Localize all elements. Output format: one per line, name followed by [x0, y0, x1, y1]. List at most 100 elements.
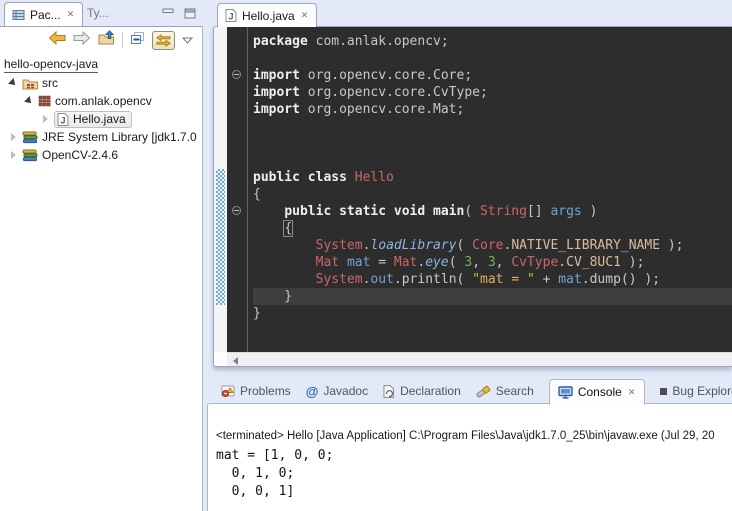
tree-label: src	[42, 76, 58, 90]
library-icon	[22, 131, 38, 144]
code-line[interactable]: {	[253, 186, 732, 203]
editor-tab-hello-java[interactable]: J Hello.java ✕	[217, 3, 317, 27]
code-line[interactable]	[253, 118, 732, 135]
close-icon[interactable]: ✕	[300, 10, 310, 21]
tree-label: com.anlak.opencv	[55, 94, 152, 108]
console-panel: <terminated> Hello [Java Application] C:…	[207, 403, 732, 511]
tab-bug-explorer[interactable]: Bug Explorer	[660, 384, 732, 398]
tab-label: Problems	[240, 384, 291, 398]
java-file-icon: J	[57, 113, 69, 126]
range-indicator	[216, 169, 225, 305]
view-menu-icon[interactable]	[182, 31, 193, 49]
code-line[interactable]: {	[253, 220, 732, 237]
tab-label: Console	[578, 385, 622, 399]
tab-javadoc[interactable]: @ Javadoc	[306, 384, 368, 398]
code-line[interactable]: public class Hello	[253, 169, 732, 186]
expanded-arrow-icon[interactable]	[8, 78, 18, 88]
package-explorer-panel: hello-opencv-java src com.anlak.opencv J…	[0, 26, 203, 511]
tab-problems[interactable]: Problems	[221, 384, 291, 398]
tab-label: Ty...	[87, 6, 109, 20]
up-icon[interactable]	[98, 30, 115, 50]
package-explorer-toolbar	[0, 27, 202, 53]
selected-tree-item: J Hello.java	[54, 111, 132, 128]
eclipse-workbench: { "window": { "bg": "#E3E9F7" }, "left":…	[0, 0, 732, 511]
source-folder-icon	[22, 77, 38, 90]
back-icon[interactable]	[48, 31, 66, 50]
collapsed-arrow-icon[interactable]	[11, 151, 16, 159]
console-output[interactable]: mat = [1, 0, 0; 0, 1, 0; 0, 0, 1]	[216, 447, 732, 501]
bug-explorer-icon	[660, 388, 667, 395]
fold-collapse-icon[interactable]	[232, 206, 241, 215]
tree-item-hello-java[interactable]: J Hello.java	[0, 110, 202, 128]
editor-left-ruler[interactable]	[214, 27, 227, 352]
code-line[interactable]: package com.anlak.opencv;	[253, 33, 732, 50]
toolbar-separator	[122, 32, 123, 48]
console-header: <terminated> Hello [Java Application] C:…	[216, 430, 732, 442]
javadoc-icon: @	[306, 385, 319, 398]
tree-item-opencv-library[interactable]: OpenCV-2.4.6	[0, 146, 202, 164]
editor-horizontal-scrollbar[interactable]	[227, 352, 732, 367]
code-line[interactable]: System.out.println( "mat = " + mat.dump(…	[253, 271, 732, 288]
tab-declaration[interactable]: Declaration	[383, 384, 461, 398]
tree-label: Hello.java	[73, 112, 126, 126]
minimize-icon[interactable]	[162, 6, 174, 24]
left-view-tabbar: Pac... ✕ Ty...	[0, 0, 204, 26]
console-line: mat = [1, 0, 0;	[216, 447, 732, 465]
expanded-arrow-icon[interactable]	[24, 96, 34, 106]
tab-label: Bug Explorer	[672, 384, 732, 398]
code-line[interactable]	[253, 50, 732, 67]
code-line[interactable]: import org.opencv.core.Core;	[253, 67, 732, 84]
scroll-left-arrow-icon[interactable]	[233, 357, 238, 365]
view-window-buttons	[162, 6, 196, 24]
tab-console[interactable]: Console ✕	[549, 379, 646, 405]
code-line[interactable]: Mat mat = Mat.eye( 3, 3, CvType.CV_8UC1 …	[253, 254, 732, 271]
code-line[interactable]: import org.opencv.core.CvType;	[253, 84, 732, 101]
code-line[interactable]: }	[253, 305, 732, 322]
svg-text:J: J	[60, 115, 65, 125]
fold-collapse-icon[interactable]	[232, 70, 241, 79]
console-line: 0, 0, 1]	[216, 483, 732, 501]
package-icon	[38, 95, 51, 107]
tree-item-package[interactable]: com.anlak.opencv	[0, 92, 202, 110]
tab-label: Pac...	[30, 8, 61, 22]
collapsed-arrow-icon[interactable]	[43, 115, 48, 123]
code-lines[interactable]: package com.anlak.opencv; import org.open…	[247, 27, 732, 352]
tree-label: hello-opencv-java	[4, 57, 98, 73]
code-line[interactable]	[253, 135, 732, 152]
tree-item-src[interactable]: src	[0, 74, 202, 92]
code-line[interactable]: System.loadLibrary( Core.NATIVE_LIBRARY_…	[253, 237, 732, 254]
tree-label: OpenCV-2.4.6	[42, 148, 118, 162]
close-icon[interactable]: ✕	[66, 9, 76, 20]
package-explorer-icon	[12, 9, 25, 21]
console-line: 0, 1, 0;	[216, 465, 732, 483]
bottom-view-tabbar: Problems @ Javadoc Declaration Search Co…	[221, 378, 732, 404]
close-icon[interactable]: ✕	[627, 387, 637, 398]
fold-gutter[interactable]	[227, 27, 247, 352]
maximize-icon[interactable]	[184, 6, 196, 24]
link-with-editor-button[interactable]	[152, 31, 175, 50]
java-file-icon: J	[225, 9, 237, 22]
declaration-icon	[383, 385, 395, 398]
svg-text:J: J	[228, 12, 233, 22]
tab-package-explorer[interactable]: Pac... ✕	[4, 2, 83, 26]
editor-panel: package com.anlak.opencv; import org.open…	[213, 26, 732, 367]
tab-label: Search	[496, 384, 534, 398]
forward-icon[interactable]	[73, 31, 91, 50]
tab-search[interactable]: Search	[476, 384, 534, 398]
tree-item-project-root[interactable]: hello-opencv-java	[0, 56, 202, 74]
code-line[interactable]	[253, 152, 732, 169]
collapse-all-icon[interactable]	[130, 31, 145, 50]
tab-label: Hello.java	[242, 9, 295, 23]
library-icon	[22, 149, 38, 162]
search-icon	[476, 384, 491, 398]
code-line[interactable]: }	[253, 288, 732, 305]
problems-icon	[221, 385, 235, 398]
code-line[interactable]: import org.opencv.core.Mat;	[253, 101, 732, 118]
tree-item-jre-library[interactable]: JRE System Library [jdk1.7.0	[0, 128, 202, 146]
console-icon	[558, 386, 573, 399]
collapsed-arrow-icon[interactable]	[11, 133, 16, 141]
project-tree: hello-opencv-java src com.anlak.opencv J…	[0, 53, 202, 164]
code-line[interactable]: public static void main( String[] args )	[253, 203, 732, 220]
tab-label: Declaration	[400, 384, 461, 398]
tree-label: JRE System Library [jdk1.7.0	[42, 130, 197, 144]
